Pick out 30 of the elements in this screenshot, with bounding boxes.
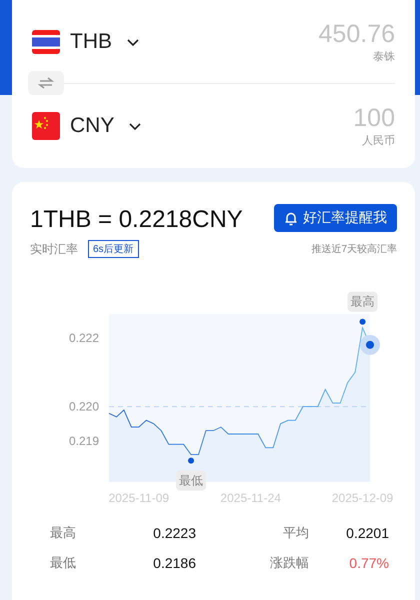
- alert-note: 推送近7天较高汇率: [311, 242, 397, 256]
- marker-dot: [188, 458, 194, 464]
- currency-code[interactable]: CNY: [70, 114, 114, 138]
- stat-label: 平均: [282, 524, 309, 542]
- marker-dot: [360, 318, 366, 325]
- swap-icon: [38, 77, 54, 89]
- exchange-rate-headline: 1THB = 0.2218CNY: [30, 206, 243, 234]
- stat-value: 0.77%: [348, 555, 389, 571]
- stat-label: 最低: [50, 554, 77, 572]
- y-axis-label: 0.220: [68, 400, 99, 414]
- stat-value: 0.2223: [152, 525, 196, 541]
- y-axis-label: 0.222: [68, 331, 99, 345]
- stat-value: 0.2186: [152, 555, 196, 571]
- rate-alert-button[interactable]: 好汇率提醒我: [274, 204, 397, 232]
- realtime-rate-label: 实时汇率: [30, 240, 78, 258]
- swap-button[interactable]: [28, 71, 64, 95]
- stat-label: 最高: [50, 524, 77, 542]
- y-axis-label: 0.219: [68, 434, 99, 448]
- bell-icon: [284, 210, 298, 226]
- current-point: [360, 334, 380, 355]
- stat-value: 0.2201: [345, 525, 389, 541]
- annotation-tag: 最低: [176, 470, 206, 491]
- currency-name: 人民币: [362, 134, 395, 148]
- star-flag-icon: [32, 112, 60, 140]
- annotation-tag: 最高: [348, 292, 378, 312]
- currency-code[interactable]: THB: [70, 30, 112, 54]
- update-countdown: 6s后更新: [88, 240, 139, 258]
- stat-label: 涨跌幅: [269, 554, 309, 572]
- striped-flag-icon: [32, 28, 60, 56]
- currency-name: 泰铢: [373, 50, 395, 64]
